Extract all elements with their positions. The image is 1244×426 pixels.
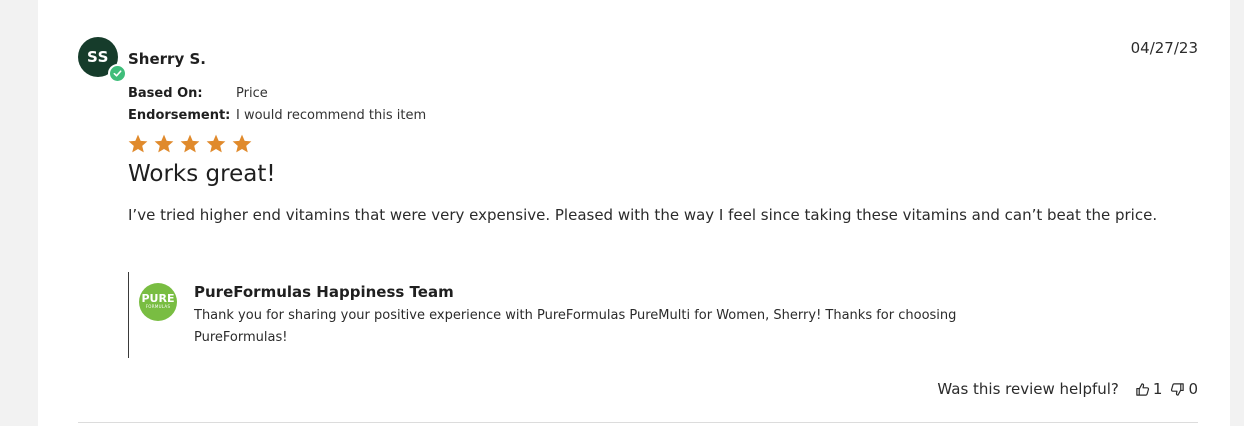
review-date: 04/27/23 — [1130, 39, 1198, 57]
based-on-label: Based On: — [128, 86, 203, 101]
thumbs-up-button[interactable]: 1 — [1135, 380, 1163, 398]
reply-text: Thank you for sharing your positive expe… — [194, 305, 1014, 349]
review-title: Works great! — [128, 161, 276, 187]
verified-check-icon — [108, 64, 127, 83]
reviewer-name: Sherry S. — [128, 50, 206, 68]
divider — [78, 422, 1198, 423]
pureformulas-logo-icon: PURE FORMULAS — [139, 283, 177, 321]
helpful-votes: Was this review helpful? 1 0 — [937, 380, 1198, 398]
reply-author: PureFormulas Happiness Team — [194, 283, 454, 301]
based-on-row: Based On: Price — [128, 86, 268, 101]
star-icon — [154, 134, 174, 153]
based-on-value: Price — [236, 86, 268, 101]
helpful-question: Was this review helpful? — [937, 380, 1119, 398]
endorsement-row: Endorsement: I would recommend this item — [128, 108, 426, 123]
thumbs-up-icon — [1136, 382, 1149, 396]
logo-text: PURE — [141, 292, 175, 305]
star-icon — [232, 134, 252, 153]
star-icon — [206, 134, 226, 153]
brand-reply: PURE FORMULAS PureFormulas Happiness Tea… — [128, 272, 1029, 358]
thumbs-down-button[interactable]: 0 — [1170, 380, 1198, 398]
endorsement-label: Endorsement: — [128, 108, 231, 123]
reply-text-line-2: PureFormulas! — [194, 330, 288, 345]
reply-text-line-1: Thank you for sharing your positive expe… — [194, 308, 957, 323]
endorsement-value: I would recommend this item — [236, 108, 427, 123]
review-body: I’ve tried higher end vitamins that were… — [128, 206, 1158, 224]
thumbs-down-icon — [1171, 382, 1185, 396]
thumbs-down-count: 0 — [1188, 380, 1198, 398]
star-icon — [128, 134, 148, 153]
review-card: SS Sherry S. 04/27/23 Based On: Price End… — [38, 0, 1230, 426]
thumbs-up-count: 1 — [1152, 380, 1163, 398]
star-icon — [180, 134, 200, 153]
star-rating — [127, 133, 253, 155]
